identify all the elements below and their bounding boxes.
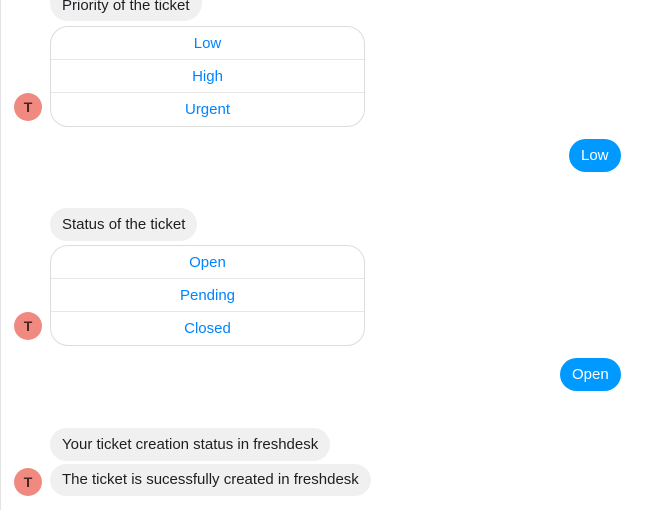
bot-avatar: T — [14, 468, 42, 496]
option-status-pending[interactable]: Pending — [51, 279, 364, 312]
bot-avatar: T — [14, 312, 42, 340]
chat-window: Priority of the ticket Low High Urgent T… — [0, 0, 645, 510]
bot-avatar: T — [14, 93, 42, 121]
option-priority-urgent[interactable]: Urgent — [51, 93, 364, 126]
user-message-status-reply: Open — [560, 358, 621, 391]
option-status-open[interactable]: Open — [51, 246, 364, 279]
bot-message-creation-status: Your ticket creation status in freshdesk — [50, 428, 331, 461]
bot-message-priority-prompt: Priority of the ticket — [50, 0, 202, 21]
status-options-card: Open Pending Closed — [50, 245, 365, 346]
option-priority-low[interactable]: Low — [51, 27, 364, 60]
bot-message-status-prompt: Status of the ticket — [50, 208, 198, 241]
user-message-priority-reply: Low — [569, 139, 621, 172]
option-status-closed[interactable]: Closed — [51, 312, 364, 345]
option-priority-high[interactable]: High — [51, 60, 364, 93]
priority-options-card: Low High Urgent — [50, 26, 365, 127]
bot-message-success: The ticket is sucessfully created in fre… — [50, 464, 371, 496]
